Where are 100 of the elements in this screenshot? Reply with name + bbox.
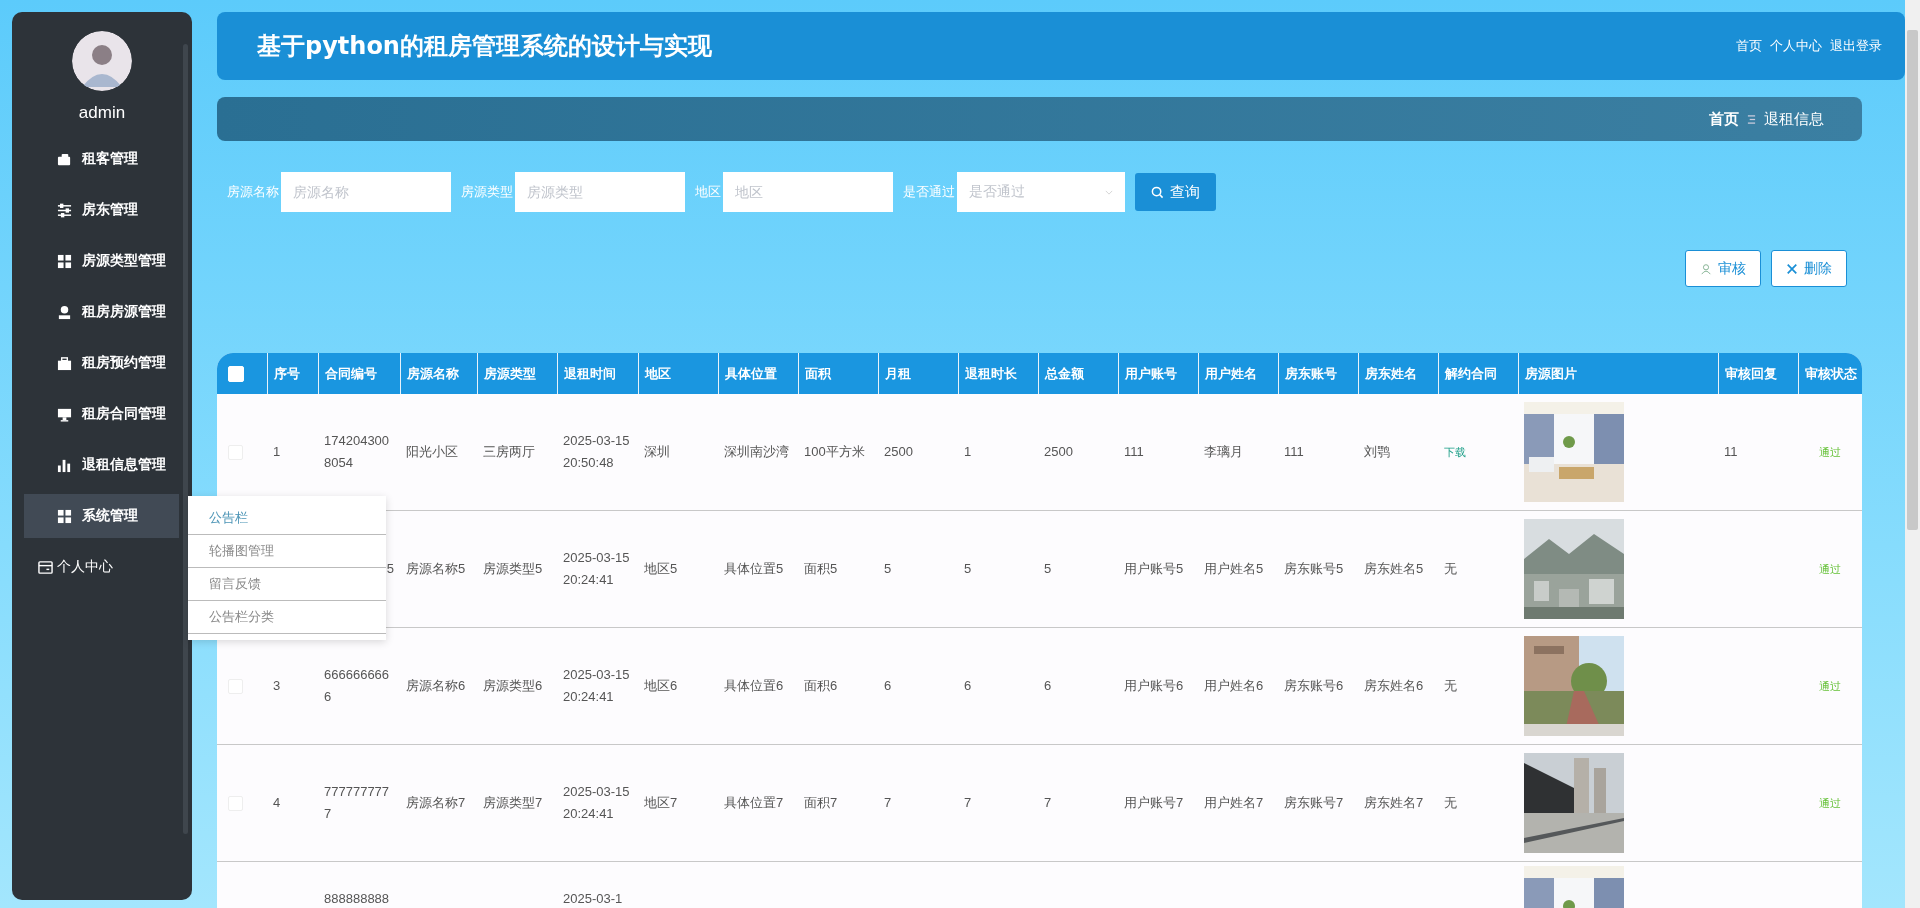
table-cell: 面积5 xyxy=(804,561,838,576)
table-cell: 用户账号7 xyxy=(1124,795,1184,810)
status-text: 通过 xyxy=(1819,797,1841,809)
table-cell: 11 xyxy=(1724,444,1738,459)
table-cell: 7 xyxy=(1044,795,1052,810)
column-header: 房源图片 xyxy=(1518,353,1718,394)
breadcrumb-link[interactable]: 首页 xyxy=(1709,109,1739,129)
table-cell: 房东账号7 xyxy=(1284,795,1344,810)
table-cell: 6 xyxy=(1044,678,1052,693)
row-number: 3 xyxy=(273,678,281,693)
submenu-item[interactable]: 公告栏 xyxy=(188,504,386,535)
table-cell: 无 xyxy=(1444,795,1457,810)
caret-icon xyxy=(1105,189,1113,195)
sidebar-item[interactable]: 房源类型管理 xyxy=(24,239,179,283)
user-icon xyxy=(57,304,72,320)
review-button[interactable]: 审核 xyxy=(1685,250,1761,287)
column-header: 面积 xyxy=(798,353,878,394)
delete-button[interactable]: 删除 xyxy=(1771,250,1847,287)
table-cell: 用户姓名7 xyxy=(1204,795,1264,810)
table-cell: 5 xyxy=(964,561,972,576)
sidebar-item[interactable]: 租房合同管理 xyxy=(24,392,179,436)
header-link[interactable]: 个人中心 xyxy=(1770,37,1822,55)
sidebar-item[interactable]: 租房房源管理 xyxy=(24,290,179,334)
breadcrumb-link[interactable]: 退租信息 xyxy=(1764,109,1824,129)
scrollbar[interactable] xyxy=(1905,0,1920,908)
table-cell: 2500 xyxy=(1044,444,1073,459)
table-cell: 李璃月 xyxy=(1204,444,1243,459)
table-cell: 房东账号5 xyxy=(1284,561,1344,576)
briefcase-icon xyxy=(57,355,72,371)
close-icon xyxy=(1786,262,1798,275)
table-cell: 房源名称6 xyxy=(406,678,466,693)
table-cell: 房东姓名5 xyxy=(1364,561,1424,576)
header-link[interactable]: 首页 xyxy=(1736,37,1762,55)
table-cell: 6 xyxy=(964,678,972,693)
sidebar-item[interactable]: 租客管理 xyxy=(24,137,179,181)
bar-chart-icon xyxy=(57,457,72,473)
table-cell: 无 xyxy=(1444,678,1457,693)
search-field[interactable]: 房源名称 xyxy=(281,172,451,212)
table-cell: 111 xyxy=(1284,444,1304,459)
table-cell: 2025-03-15 20:50:48 xyxy=(563,433,630,470)
table-cell: 面积6 xyxy=(804,678,838,693)
table-cell: 房源名称7 xyxy=(406,795,466,810)
table-cell: 阳光小区 xyxy=(406,444,458,459)
column-header: 用户姓名 xyxy=(1198,353,1278,394)
sidebar-item[interactable]: 个人中心 xyxy=(24,545,179,589)
submenu-item[interactable]: 轮播图管理 xyxy=(188,537,386,568)
table-cell: 三房两厅 xyxy=(483,444,535,459)
table-cell: 房东姓名6 xyxy=(1364,678,1424,693)
table-cell: 7 xyxy=(964,795,972,810)
table-cell: 1742043008054 xyxy=(324,433,390,470)
column-header: 合同编号 xyxy=(318,353,400,394)
status-text: 通过 xyxy=(1819,563,1841,575)
search-field[interactable]: 房源类型 xyxy=(515,172,685,212)
column-header: 月租 xyxy=(878,353,958,394)
user-name: admin xyxy=(78,103,126,123)
table-cell: 房源类型5 xyxy=(483,561,543,576)
search-icon xyxy=(1151,185,1164,199)
column-header: 具体位置 xyxy=(718,353,798,394)
column-header: 退租时长 xyxy=(958,353,1038,394)
table-cell: 111 xyxy=(1124,444,1144,459)
column-header: 房东姓名 xyxy=(1358,353,1438,394)
table-cell: 深圳 xyxy=(644,444,670,459)
table-cell: 具体位置5 xyxy=(724,561,784,576)
table-cell: 房东姓名7 xyxy=(1364,795,1424,810)
search-button[interactable]: 查询 xyxy=(1135,173,1216,211)
column-header: 退租时间 xyxy=(557,353,638,394)
table-cell: 5 xyxy=(884,561,892,576)
table-cell: 用户姓名6 xyxy=(1204,678,1264,693)
sidebar-item[interactable]: 退租信息管理 xyxy=(24,443,179,487)
table-cell: 用户姓名5 xyxy=(1204,561,1264,576)
column-header: 房源类型 xyxy=(477,353,557,394)
sidebar-item[interactable]: 系统管理 xyxy=(24,494,179,538)
table-cell: 房源类型6 xyxy=(483,678,543,693)
sidebar-item[interactable]: 租房预约管理 xyxy=(24,341,179,385)
field-label: 地区 xyxy=(695,183,721,201)
table-cell: 2500 xyxy=(884,444,913,459)
table-cell: 5 xyxy=(386,561,394,576)
search-field[interactable]: 地区 xyxy=(723,172,893,212)
scrollbar[interactable] xyxy=(183,44,188,834)
table-cell: 6 xyxy=(884,678,892,693)
user-icon xyxy=(1700,262,1712,275)
field-label: 房源名称 xyxy=(227,183,279,201)
table-cell: 深圳南沙湾 xyxy=(724,444,789,459)
grid-icon xyxy=(57,253,72,269)
submenu-item[interactable]: 公告栏分类 xyxy=(188,603,386,634)
column-header: 审核状态 xyxy=(1798,353,1862,394)
table-cell: 7 xyxy=(884,795,892,810)
column-header: 总金额 xyxy=(1038,353,1118,394)
table-cell: 6666666666 xyxy=(324,667,390,704)
header-link[interactable]: 退出登录 xyxy=(1830,37,1882,55)
table-cell: 7777777777 xyxy=(324,784,390,821)
card-icon xyxy=(38,559,53,575)
row-number: 1 xyxy=(273,444,281,459)
table-cell: 2025-03-1 xyxy=(563,891,623,906)
table-cell: 房源名称5 xyxy=(406,561,466,576)
table-cell: 2025-03-15 20:24:41 xyxy=(563,784,630,821)
download-link[interactable]: 下载 xyxy=(1444,446,1466,458)
sidebar-item[interactable]: 房东管理 xyxy=(24,188,179,232)
field-label: 是否通过 xyxy=(903,183,955,201)
submenu-item[interactable]: 留言反馈 xyxy=(188,570,386,601)
